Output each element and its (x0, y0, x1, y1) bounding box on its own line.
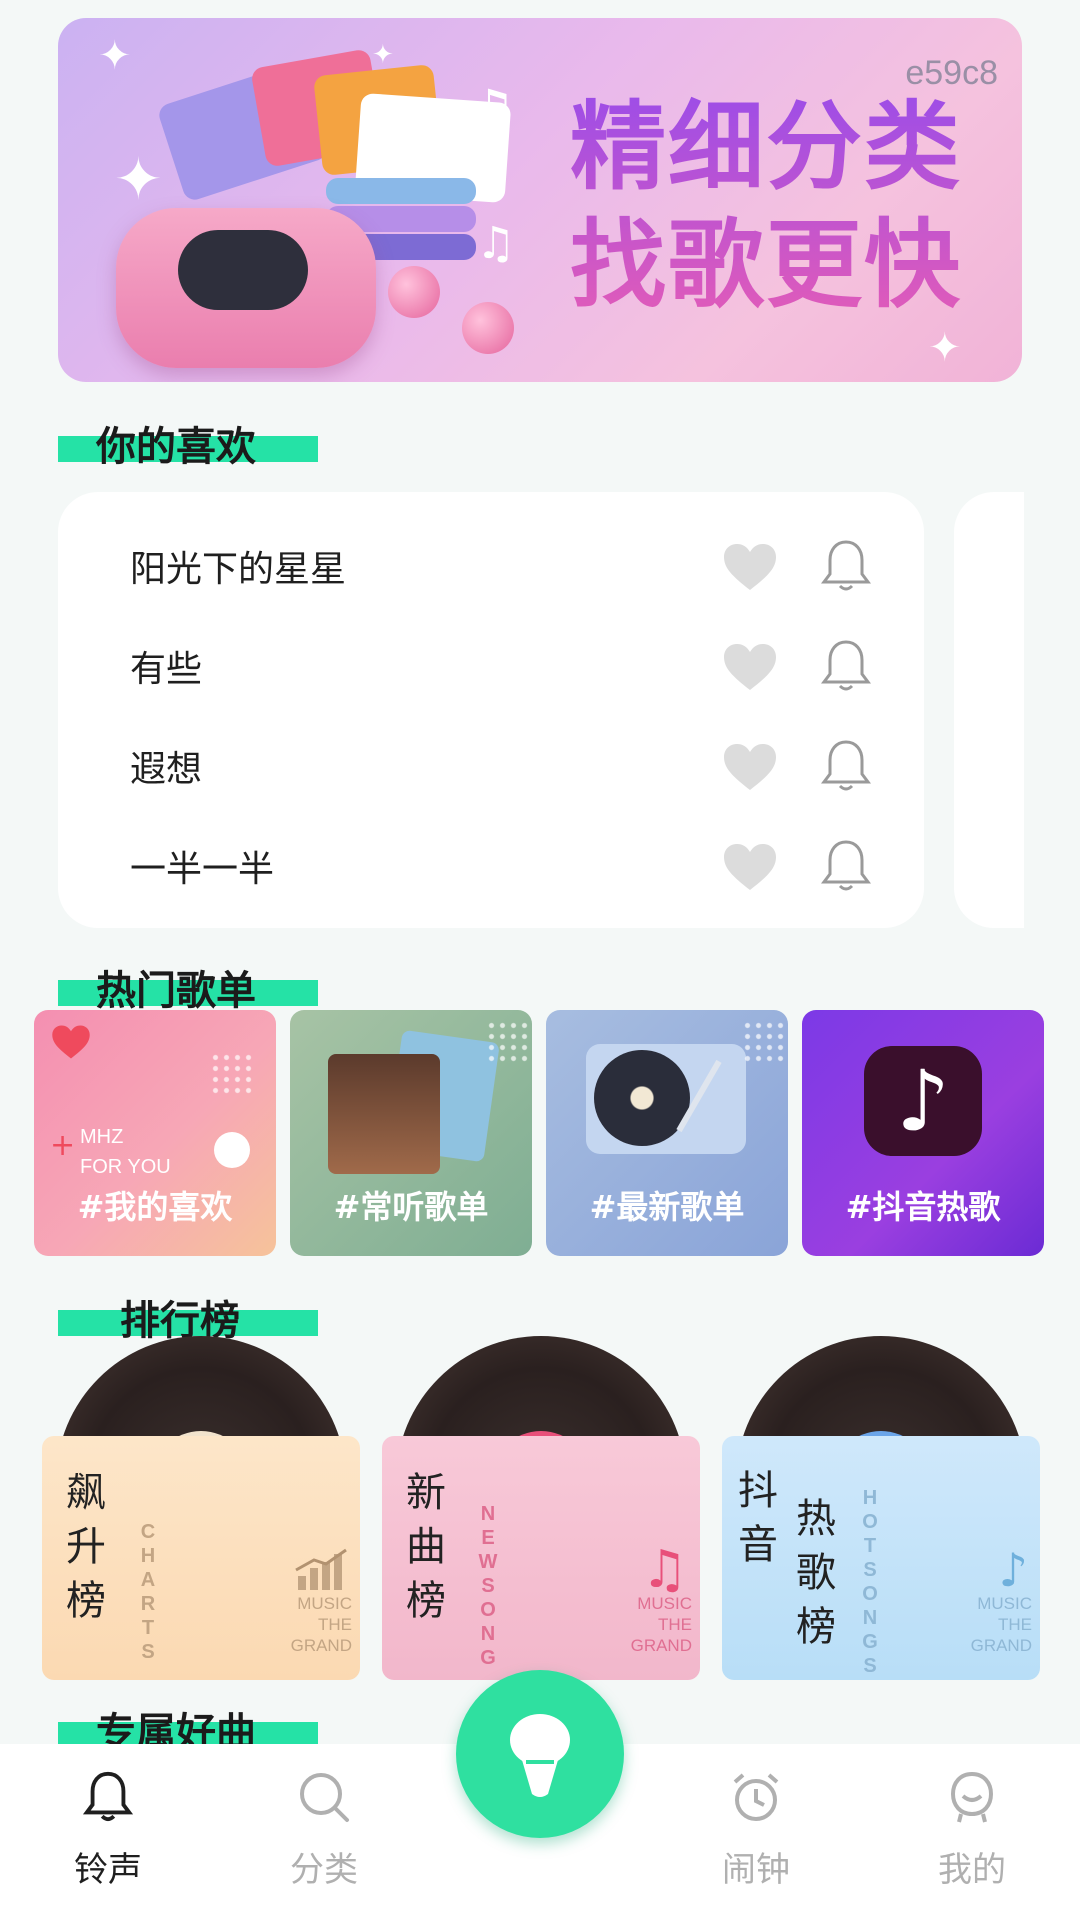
dots-decoration (486, 1020, 530, 1064)
list-item[interactable]: 阳光下的星星 (58, 514, 924, 614)
album-cover (328, 1054, 440, 1174)
chart-up-icon (295, 1548, 347, 1590)
tab-label: 分类 (290, 1850, 358, 1890)
playlist-label: #我的喜欢 (77, 1188, 233, 1226)
turntable-icon (586, 1044, 746, 1154)
heart-icon (52, 1025, 90, 1059)
douyin-logo-icon: ♪ (864, 1046, 982, 1156)
music-note-icon: ♫ (476, 218, 516, 269)
tab-ringtones[interactable]: 铃声 (38, 1770, 178, 1900)
tab-label: 铃声 (74, 1850, 142, 1890)
heart-icon[interactable] (722, 842, 778, 892)
moon-icon (214, 1132, 250, 1168)
tab-label: 闹钟 (722, 1850, 790, 1890)
playlist-card-newest[interactable]: #最新歌单 (546, 1010, 788, 1256)
heart-icon[interactable] (722, 642, 778, 692)
ranking-title: 新 曲 榜 (406, 1470, 446, 1624)
ranking-side-text: CHARTS (140, 1521, 156, 1663)
tab-profile[interactable]: 我的 (902, 1770, 1042, 1900)
playlist-label: #常听歌单 (333, 1188, 489, 1226)
section-title-exclusive: 专属好曲 (58, 1700, 318, 1756)
section-title-hot-playlists: 热门歌单 (58, 958, 318, 1014)
ranking-title: 飙 升 榜 (66, 1470, 106, 1624)
ranking-card-douyin-hot[interactable]: 抖 音 热 歌 榜 HOTSONGS ♪ MUSIC THE GRAND (722, 1336, 1040, 1680)
tab-categories[interactable]: 分类 (254, 1770, 394, 1900)
banner-headline-line1: 精细分类 (570, 91, 962, 203)
section-title-favorites: 你的喜欢 (58, 414, 318, 470)
profile-icon (950, 1771, 994, 1823)
favorites-card-next[interactable] (954, 492, 1024, 928)
tab-alarm[interactable]: 闹钟 (686, 1770, 826, 1900)
search-icon (300, 1773, 349, 1822)
song-name: 遐想 (130, 749, 203, 790)
sparkle-icon: ✦ (114, 145, 163, 213)
bell-icon (82, 1771, 134, 1822)
alarm-clock-icon (733, 1773, 779, 1821)
ranking-grand-text: MUSIC THE GRAND (970, 1594, 1032, 1655)
sparkle-icon: ✦ (98, 33, 132, 79)
list-item[interactable]: 一半一半 (58, 814, 924, 914)
ranking-side-text: NEWSONG (478, 1503, 498, 1669)
record-microphone-button[interactable] (456, 1670, 624, 1838)
douyin-logo-icon: ♪ (998, 1543, 1028, 1597)
playlist-badge: MHZ FOR YOU (80, 1126, 171, 1178)
music-player-illustration (116, 208, 376, 368)
ranking-side-text: HOTSONGS (862, 1487, 878, 1677)
song-name: 阳光下的星星 (130, 549, 347, 590)
promo-banner[interactable]: ✦ ✦ ✦ ✦ ♫ ♫ 精细分类 找歌更快 e59c8 (58, 18, 1022, 382)
playlist-card-douyin[interactable]: ♪ #抖音热歌 (802, 1010, 1044, 1256)
heart-icon[interactable] (722, 742, 778, 792)
bell-icon[interactable] (820, 538, 872, 594)
heart-icon[interactable] (722, 542, 778, 592)
playlist-label: #抖音热歌 (845, 1188, 1001, 1226)
list-item[interactable]: 有些 (58, 614, 924, 714)
ranking-title-col2: 热 歌 榜 (796, 1496, 836, 1650)
ranking-grand-text: MUSIC THE GRAND (290, 1594, 352, 1655)
earbud-icon (462, 302, 514, 354)
dots-decoration (210, 1052, 254, 1096)
banner-headline-line2: 找歌更快 (570, 209, 962, 321)
playlist-card-my-favorites[interactable]: + MHZ FOR YOU #我的喜欢 (34, 1010, 276, 1256)
tab-label: 我的 (938, 1850, 1006, 1890)
ranking-grand-text: MUSIC THE GRAND (630, 1594, 692, 1655)
sparkle-icon: ✦ (372, 40, 394, 70)
favorites-card: 阳光下的星星 有些 遐想 一半一半 (58, 492, 924, 928)
bell-icon[interactable] (820, 738, 872, 794)
ranking-card-soaring[interactable]: 飙 升 榜 CHARTS MUSIC THE GRAND (42, 1336, 360, 1680)
playlist-card-frequent[interactable]: #常听歌单 (290, 1010, 532, 1256)
music-note-icon: ♫ (641, 1540, 688, 1600)
music-note-icon: ♫ (468, 78, 517, 141)
dots-decoration (742, 1020, 786, 1064)
bell-icon[interactable] (820, 838, 872, 894)
sparkle-icon: ✦ (928, 325, 962, 371)
song-name: 有些 (130, 649, 203, 690)
banner-code: e59c8 (905, 54, 998, 92)
song-name: 一半一半 (130, 849, 275, 890)
ranking-card-new-songs[interactable]: 新 曲 榜 NEWSONG ♫ MUSIC THE GRAND (382, 1336, 700, 1680)
microphone-icon (510, 1714, 570, 1797)
ranking-title-col1: 抖 音 (738, 1468, 778, 1568)
list-item[interactable]: 遐想 (58, 714, 924, 814)
playlist-label: #最新歌单 (589, 1188, 745, 1226)
plus-icon: + (50, 1128, 76, 1163)
section-title-rankings: 排行榜 (58, 1288, 318, 1344)
bell-icon[interactable] (820, 638, 872, 694)
earbud-icon (388, 266, 440, 318)
banner-headline: 精细分类 找歌更快 (570, 88, 1000, 324)
